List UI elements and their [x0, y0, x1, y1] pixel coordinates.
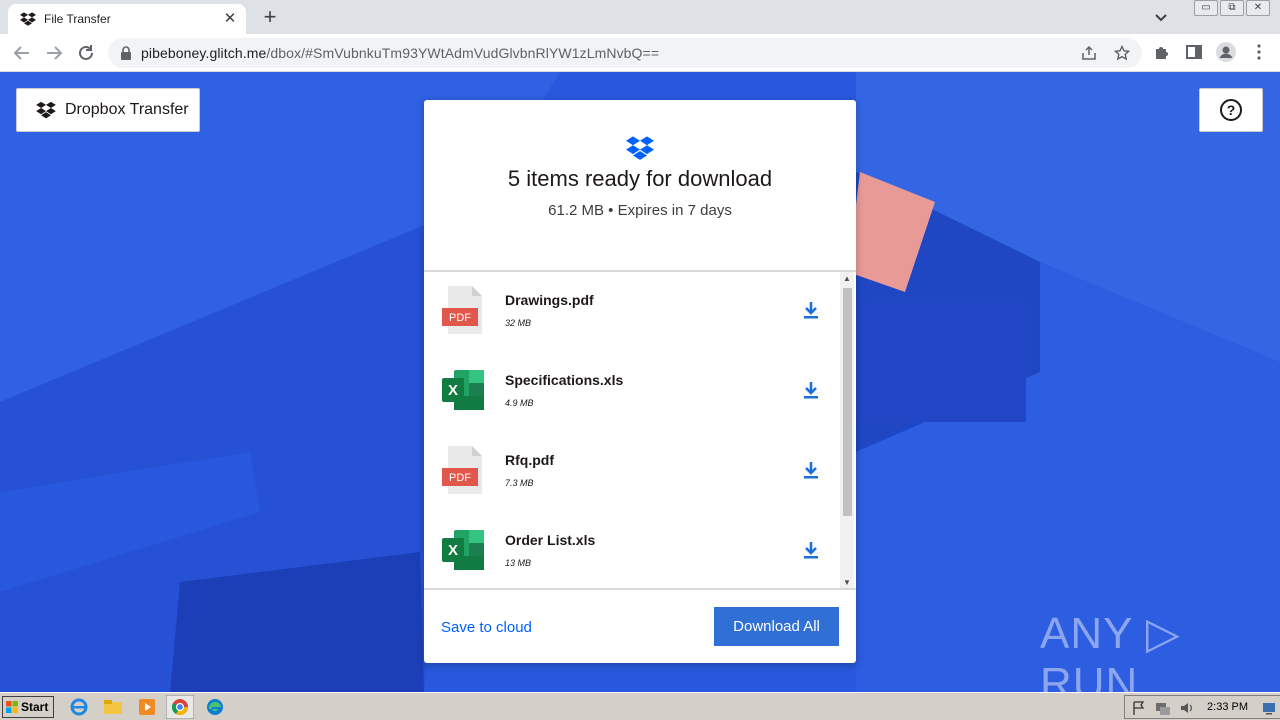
media-player-icon[interactable] [136, 697, 158, 717]
pdf-file-icon: PDF [442, 446, 482, 494]
card-header: 5 items ready for download 61.2 MB • Exp… [424, 100, 856, 270]
card-title: 5 items ready for download [507, 166, 773, 191]
dropbox-logo-icon [626, 136, 654, 160]
file-size: 13 MB [505, 558, 532, 568]
lock-icon[interactable] [120, 46, 132, 60]
excel-file-icon: X [442, 370, 484, 410]
download-icon[interactable] [802, 300, 820, 320]
file-row[interactable]: PDF Rfq.pdf 7.3 MB [424, 432, 844, 512]
restore-button[interactable]: ⧉ [1220, 0, 1244, 16]
show-desktop-icon[interactable] [1261, 700, 1277, 716]
window-controls: ▭ ⧉ ✕ [1194, 0, 1270, 18]
dropbox-logo-icon [36, 101, 56, 119]
close-window-button[interactable]: ✕ [1246, 0, 1270, 16]
internet-explorer-icon[interactable] [68, 697, 90, 717]
browser-tab[interactable]: File Transfer ✕ [8, 4, 246, 34]
download-card: 5 items ready for download 61.2 MB • Exp… [424, 100, 856, 663]
bookmark-star-icon[interactable] [1114, 45, 1130, 61]
file-row[interactable]: X Order List.xls 13 MB [424, 512, 844, 590]
svg-text:PDF: PDF [449, 472, 471, 484]
scroll-up-arrow-icon[interactable]: ▲ [840, 272, 854, 286]
minimize-button[interactable]: ▭ [1194, 0, 1218, 16]
anyrun-watermark: ANY ▷ RUN [1040, 609, 1181, 692]
reload-icon[interactable] [75, 42, 97, 64]
extensions-puzzle-icon[interactable] [1153, 43, 1171, 61]
browser-tab-strip: File Transfer ✕ + ▭ ⧉ ✕ [0, 0, 1280, 34]
tab-title: File Transfer [44, 12, 111, 26]
download-icon[interactable] [802, 380, 820, 400]
file-name: Specifications.xls [505, 372, 624, 388]
dropbox-transfer-button[interactable]: Dropbox Transfer [16, 88, 200, 132]
url-text[interactable]: pibeboney.glitch.me/dbox/#SmVubnkuTm93YW… [141, 45, 659, 61]
brand-label: Dropbox Transfer [65, 101, 189, 118]
volume-icon[interactable] [1179, 700, 1195, 716]
chrome-taskbar-icon[interactable] [166, 695, 194, 719]
scroll-thumb[interactable] [843, 288, 852, 516]
excel-file-icon: X [442, 530, 484, 570]
windows-logo-icon [6, 701, 18, 713]
download-all-button[interactable]: Download All [714, 607, 839, 646]
url-host: pibeboney.glitch.me [141, 45, 267, 61]
file-name: Order List.xls [505, 532, 596, 548]
start-label: Start [21, 700, 49, 714]
file-list-scrollbar[interactable]: ▲ ▼ [840, 272, 854, 590]
page-viewport: Dropbox Transfer ? 5 items ready for dow… [0, 72, 1280, 692]
pdf-file-icon: PDF [442, 286, 482, 334]
tab-close-icon[interactable]: ✕ [222, 11, 238, 27]
divider [424, 588, 856, 590]
file-name: Drawings.pdf [505, 292, 594, 308]
file-name: Rfq.pdf [505, 452, 554, 468]
forward-arrow-icon[interactable] [43, 42, 65, 64]
url-path: /dbox/#SmVubnkuTm93YWtAdmVudGlvbnRlYW1zL… [266, 45, 660, 61]
svg-text:X: X [448, 542, 458, 559]
back-arrow-icon[interactable] [11, 42, 33, 64]
tab-search-chevron-icon[interactable] [1152, 8, 1170, 26]
save-to-cloud-link[interactable]: Save to cloud [441, 619, 532, 636]
windows-taskbar: Start 2:33 PM [0, 692, 1280, 720]
new-tab-button[interactable]: + [258, 6, 282, 30]
browser-toolbar: pibeboney.glitch.me/dbox/#SmVubnkuTm93YW… [0, 34, 1280, 72]
file-row[interactable]: PDF Drawings.pdf 32 MB [424, 272, 844, 352]
download-icon[interactable] [802, 540, 820, 560]
taskbar-clock[interactable]: 2:33 PM [1207, 701, 1248, 713]
start-button[interactable]: Start [2, 696, 54, 718]
file-size: 4.9 MB [505, 398, 534, 408]
file-list: PDF Drawings.pdf 32 MB X Specifications.… [424, 272, 856, 590]
help-button[interactable]: ? [1199, 88, 1263, 132]
side-panel-icon[interactable] [1185, 43, 1203, 61]
card-subtitle: 61.2 MB • Expires in 7 days [548, 202, 732, 219]
edge-icon[interactable] [204, 697, 226, 717]
file-row[interactable]: X Specifications.xls 4.9 MB [424, 352, 844, 432]
share-icon[interactable] [1081, 45, 1097, 61]
dropbox-favicon-icon [20, 12, 36, 26]
file-explorer-icon[interactable] [102, 697, 124, 717]
address-bar[interactable]: pibeboney.glitch.me/dbox/#SmVubnkuTm93YW… [108, 38, 1142, 68]
svg-text:PDF: PDF [449, 312, 471, 324]
network-icon[interactable] [1155, 700, 1171, 716]
svg-text:X: X [448, 382, 458, 399]
chrome-menu-icon[interactable] [1250, 43, 1268, 61]
help-icon: ? [1220, 99, 1242, 121]
system-tray: 2:33 PM [1124, 695, 1280, 719]
download-icon[interactable] [802, 460, 820, 480]
profile-avatar-icon[interactable] [1216, 42, 1236, 62]
action-center-flag-icon[interactable] [1131, 700, 1147, 716]
file-size: 32 MB [505, 318, 532, 328]
file-size: 7.3 MB [505, 478, 534, 488]
